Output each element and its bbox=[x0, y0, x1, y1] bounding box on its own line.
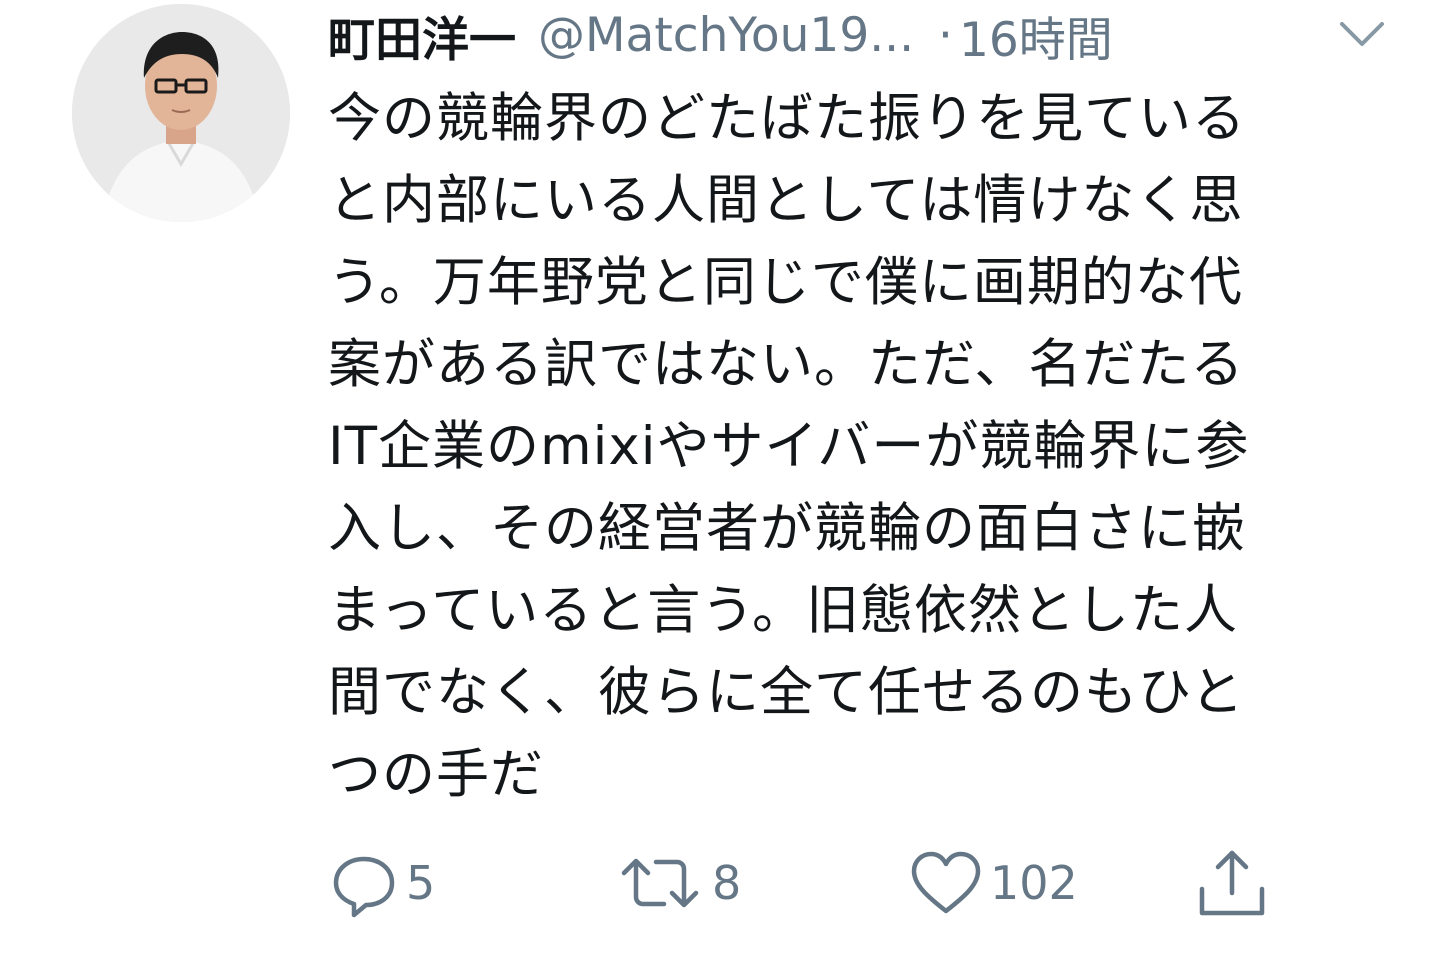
tweet-text: 今の競輪界のどたばた振りを見ている と内部にいる人間としては情けなく思 う。万年… bbox=[328, 78, 1338, 816]
like-button[interactable]: 102 bbox=[908, 838, 1078, 928]
tweet-text-line: まっていると言う。旧態依然とした人 bbox=[328, 580, 1239, 641]
tweet[interactable]: 町田洋一 @MatchYou19... · 16時間 今の競輪界のどたばた振りを… bbox=[0, 0, 1448, 964]
tweet-text-line: う。万年野党と同じで僕に画期的な代 bbox=[328, 252, 1243, 313]
retweet-count: 8 bbox=[712, 856, 742, 910]
tweet-header: 町田洋一 @MatchYou19... · 16時間 bbox=[328, 0, 1408, 70]
retweet-button[interactable]: 8 bbox=[614, 838, 741, 928]
tweet-text-line: 入し、その経営者が競輪の面白さに嵌 bbox=[328, 498, 1246, 559]
tweet-text-line: と内部にいる人間としては情けなく思 bbox=[328, 170, 1244, 231]
avatar-photo bbox=[72, 4, 290, 222]
display-name[interactable]: 町田洋一 bbox=[328, 1, 516, 70]
share-icon bbox=[1199, 850, 1265, 916]
tweet-text-line: つの手だ bbox=[328, 744, 544, 805]
separator-dot: · bbox=[938, 7, 953, 63]
avatar[interactable] bbox=[72, 4, 290, 222]
tweet-text-line: IT企業のmixiやサイバーが競輪界に参 bbox=[328, 416, 1250, 477]
tweet-text-line: 案がある訳ではない。ただ、名だたる bbox=[328, 334, 1245, 395]
tweet-text-line: 間でなく、彼らに全て任せるのもひと bbox=[328, 662, 1245, 723]
tweet-text-line: 今の競輪界のどたばた振りを見ている bbox=[328, 88, 1246, 149]
user-handle[interactable]: @MatchYou19... bbox=[538, 8, 914, 63]
reply-count: 5 bbox=[406, 856, 436, 910]
reply-button[interactable]: 5 bbox=[328, 838, 435, 928]
chevron-down-icon[interactable] bbox=[1334, 12, 1390, 56]
heart-icon bbox=[911, 851, 981, 914]
reply-icon bbox=[333, 856, 395, 918]
retweet-icon bbox=[621, 858, 699, 908]
like-count: 102 bbox=[990, 856, 1078, 910]
tweet-actions: 5 8 102 bbox=[328, 838, 1328, 928]
share-button[interactable] bbox=[1194, 838, 1270, 928]
timestamp[interactable]: 16時間 bbox=[959, 1, 1113, 70]
